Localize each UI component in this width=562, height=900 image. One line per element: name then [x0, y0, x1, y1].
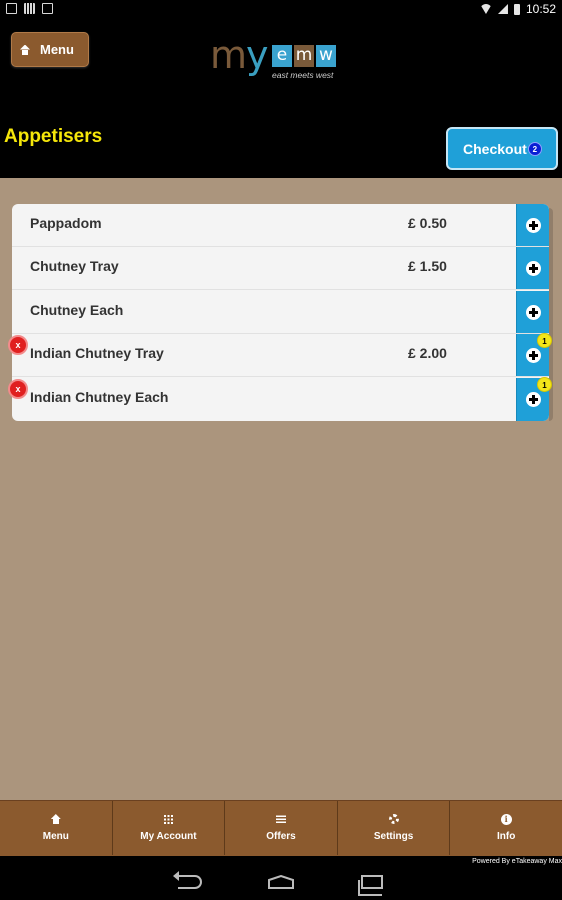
item-price: £ 0.50 — [408, 215, 447, 231]
logo-tagline: east meets west — [272, 70, 334, 80]
tab-offers[interactable]: Offers — [225, 801, 338, 855]
wifi-icon — [479, 4, 492, 14]
add-item-button[interactable] — [516, 291, 549, 333]
content-area: Pappadom £ 0.50 Chutney Tray £ 1.50 Chut… — [0, 178, 562, 800]
remove-item-button[interactable]: x — [8, 335, 28, 355]
list-icon — [275, 815, 286, 823]
plus-icon — [525, 347, 541, 363]
tab-menu[interactable]: Menu — [0, 801, 113, 855]
item-name: Pappadom — [30, 215, 102, 231]
tab-info[interactable]: i Info — [450, 801, 562, 855]
add-item-button[interactable] — [516, 247, 549, 289]
logo-letter-w: w — [316, 45, 336, 67]
page-title: Appetisers — [4, 126, 103, 147]
battery-icon — [513, 3, 520, 15]
item-name: Chutney Tray — [30, 258, 119, 274]
bottom-tab-bar: Menu My Account Offers Settings i Info — [0, 800, 562, 855]
add-item-button[interactable] — [516, 204, 549, 246]
item-price: £ 1.50 — [408, 258, 447, 274]
logo-my: my — [210, 33, 269, 77]
clock: 10:52 — [525, 2, 556, 16]
item-name: Indian Chutney Tray — [30, 345, 164, 361]
tab-label: Menu — [42, 831, 69, 842]
home-icon — [20, 45, 30, 55]
menu-button[interactable]: Menu — [11, 32, 89, 67]
plus-icon — [525, 304, 541, 320]
system-nav-bar — [0, 867, 562, 900]
list-item[interactable]: Pappadom £ 0.50 — [12, 204, 549, 247]
info-icon: i — [500, 813, 512, 825]
plus-icon — [525, 392, 541, 407]
back-icon[interactable] — [173, 871, 202, 889]
plus-icon — [525, 217, 541, 233]
tab-label: Settings — [373, 831, 414, 842]
grid-icon — [163, 814, 173, 824]
item-name: Indian Chutney Each — [30, 389, 169, 405]
tab-label: Info — [497, 831, 516, 842]
tab-label: Offers — [266, 831, 296, 842]
signal-icon — [497, 4, 508, 14]
recent-apps-icon[interactable] — [358, 875, 383, 896]
item-name: Chutney Each — [30, 302, 124, 318]
quantity-badge: 1 — [537, 333, 552, 348]
cart-count-badge: 2 — [527, 141, 542, 156]
gear-icon — [388, 814, 399, 824]
quantity-badge: 1 — [537, 377, 552, 392]
tab-settings[interactable]: Settings — [338, 801, 451, 855]
app-header: Menu my e m w east meets west Appetisers… — [0, 19, 562, 177]
list-item[interactable]: x Indian Chutney Each 1 — [8, 377, 552, 421]
logo-letter-e: e — [272, 45, 292, 67]
list-item[interactable]: Chutney Each — [12, 291, 549, 334]
image-notification-icon — [6, 3, 17, 14]
gallery-notification-icon — [42, 3, 53, 14]
checkout-label: Checkout — [463, 140, 527, 157]
list-item[interactable]: x Indian Chutney Tray £ 2.00 1 — [8, 333, 552, 377]
tab-label: My Account — [140, 831, 197, 842]
home-nav-icon[interactable] — [268, 875, 294, 889]
powered-by-footer: Powered By eTakeaway Max — [0, 855, 562, 867]
tab-my-account[interactable]: My Account — [113, 801, 226, 855]
menu-button-label: Menu — [40, 42, 74, 57]
logo-letter-m: m — [294, 45, 314, 67]
myemw-logo: my e m w east meets west — [210, 33, 360, 109]
item-price: £ 2.00 — [408, 345, 447, 361]
menu-item-list: Pappadom £ 0.50 Chutney Tray £ 1.50 Chut… — [8, 204, 553, 421]
plus-icon — [525, 260, 541, 276]
remove-item-button[interactable]: x — [8, 379, 28, 399]
home-icon — [51, 814, 61, 824]
status-bar: 10:52 — [0, 0, 562, 19]
checkout-button[interactable]: Checkout 2 — [446, 127, 558, 170]
barcode-notification-icon — [24, 3, 35, 14]
list-item[interactable]: Chutney Tray £ 1.50 — [12, 247, 549, 290]
